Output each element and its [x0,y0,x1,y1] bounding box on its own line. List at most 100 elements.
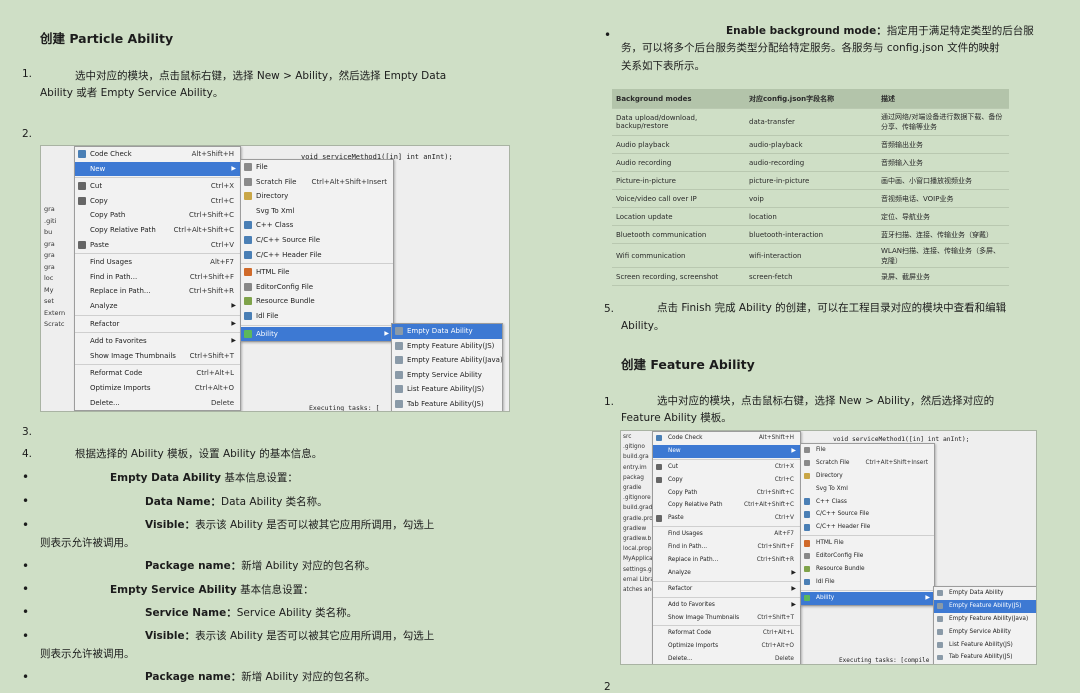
menu-item-tab-feature-ability-js[interactable]: Tab Feature Ability(JS) [934,651,1036,664]
menu-item-find-in-path[interactable]: Find in Path... Ctrl+Shift+F [653,541,800,554]
menu-item-resource-bundle[interactable]: Resource Bundle [801,563,934,576]
menu-item-c-class[interactable]: C++ Class [241,218,393,233]
menu-item-ability[interactable]: Ability ▶ [241,326,393,342]
menu-item-replace-in-path[interactable]: Replace in Path... Ctrl+Shift+R [653,554,800,567]
menu-item-paste[interactable]: Paste Ctrl+V [653,512,800,525]
menu-item-copy-relative-path[interactable]: Copy Relative Path Ctrl+Alt+Shift+C [653,499,800,512]
menu-item-reformat-code[interactable]: Reformat Code Ctrl+Alt+L [653,627,800,640]
menu-item-directory[interactable]: Directory [801,470,934,483]
menu-item-html-file[interactable]: HTML File [241,265,393,280]
menu-item-list-feature-ability-js[interactable]: List Feature Ability(JS) [934,639,1036,652]
tree-item[interactable]: gra [44,250,65,262]
menu-item-c-c-source-file[interactable]: C/C++ Source File [801,508,934,521]
menu-item-new[interactable]: New ▶ [653,444,800,458]
menu-item-optimize-imports[interactable]: Optimize Imports Ctrl+Alt+O [653,640,800,653]
tree-item[interactable]: set [44,296,65,308]
tree-item[interactable]: gra [44,239,65,251]
menu-item-svg-to-xml[interactable]: Svg To Xml [241,204,393,219]
menu-item-label: HTML File [816,540,844,547]
menu-item-code-check[interactable]: Code Check Alt+Shift+H [75,147,240,162]
menu-item-delete[interactable]: Delete... Delete [75,396,240,411]
menu-item-scratch-file[interactable]: Scratch File Ctrl+Alt+Shift+Insert [801,457,934,470]
menu-item-tab-feature-ability-js[interactable]: Tab Feature Ability(JS) [392,397,502,411]
menu-item-analyze[interactable]: Analyze ▶ [653,567,800,580]
table-cell: location [745,207,877,226]
menu-item-find-in-path[interactable]: Find in Path... Ctrl+Shift+F [75,270,240,285]
menu-item-c-c-source-file[interactable]: C/C++ Source File [241,233,393,248]
menu-item-add-to-favorites[interactable]: Add to Favorites ▶ [653,599,800,612]
menu-item-copy[interactable]: Copy Ctrl+C [653,474,800,487]
menu-item-cut[interactable]: Cut Ctrl+X [75,179,240,194]
tree-item[interactable]: gra [44,204,65,216]
tree-item[interactable]: My [44,285,65,297]
submenu-arrow-icon: ▶ [231,301,236,309]
menu-item-list-feature-ability-js[interactable]: List Feature Ability(JS) [392,382,502,397]
menu-item-delete[interactable]: Delete... Delete [653,653,800,664]
menu-item-empty-data-ability[interactable]: Empty Data Ability [392,324,502,339]
tree-item[interactable]: Extern [44,308,65,320]
menu-item-idl-file[interactable]: Idl File [801,576,934,589]
menu-item-copy-relative-path[interactable]: Copy Relative Path Ctrl+Alt+Shift+C [75,223,240,238]
tree-item[interactable]: loc [44,273,65,285]
menu-item-empty-feature-ability-js[interactable]: Empty Feature Ability(JS) [392,339,502,354]
bg-mode-line3: 关系如下表所示。 [621,60,705,72]
menu-item-file[interactable]: File [801,444,934,457]
code-check-icon [78,150,86,158]
menu-item-find-usages[interactable]: Find Usages Alt+F7 [653,528,800,541]
menu-item-empty-service-ability[interactable]: Empty Service Ability [934,626,1036,639]
tree-item[interactable]: Scratc [44,319,65,331]
menu-item-copy-path[interactable]: Copy Path Ctrl+Shift+C [75,208,240,223]
bullet-text: Data Name：Data Ability 类名称。 [145,496,328,508]
menu-item-empty-feature-ability-js[interactable]: Empty Feature Ability(JS) [934,599,1036,613]
menu-item-reformat-code[interactable]: Reformat Code Ctrl+Alt+L [75,366,240,381]
menu-item-editorconfig-file[interactable]: EditorConfig File [241,280,393,295]
menu-item-label: Ability [256,329,278,338]
menu-item-analyze[interactable]: Analyze ▶ [75,299,240,314]
menu-item-copy[interactable]: Copy Ctrl+C [75,194,240,209]
menu-item-empty-service-ability[interactable]: Empty Service Ability [392,368,502,383]
menu-item-idl-file[interactable]: Idl File [241,309,393,324]
menu-item-label: Tab Feature Ability(JS) [949,654,1013,661]
menu-item-cut[interactable]: Cut Ctrl+X [653,461,800,474]
menu-item-c-class[interactable]: C++ Class [801,496,934,509]
menu-item-resource-bundle[interactable]: Resource Bundle [241,294,393,309]
menu-item-c-c-header-file[interactable]: C/C++ Header File [801,521,934,534]
menu-item-directory[interactable]: Directory [241,189,393,204]
menu-item-replace-in-path[interactable]: Replace in Path... Ctrl+Shift+R [75,284,240,299]
tree-item[interactable]: gra [44,262,65,274]
menu-item-empty-data-ability[interactable]: Empty Data Ability [934,587,1036,600]
menu-item-file[interactable]: File [241,160,393,175]
menu-item-new[interactable]: New ▶ [75,161,240,177]
menu-item-code-check[interactable]: Code Check Alt+Shift+H [653,432,800,445]
menu-item-refactor[interactable]: Refactor ▶ [653,583,800,596]
menu-item-scratch-file[interactable]: Scratch File Ctrl+Alt+Shift+Insert [241,175,393,190]
menu-item-label: Directory [816,472,843,479]
menu-item-ability[interactable]: Ability ▶ [801,591,934,605]
table-cell: 蓝牙扫描、连接、传输业务（穿戴） [877,225,1009,244]
menu-item-html-file[interactable]: HTML File [801,537,934,550]
menu-item-find-usages[interactable]: Find Usages Alt+F7 [75,255,240,270]
menu-item-label: List Feature Ability(JS) [407,385,485,394]
menu-item-add-to-favorites[interactable]: Add to Favorites ▶ [75,334,240,349]
menu-item-refactor[interactable]: Refactor ▶ [75,317,240,332]
menu-item-optimize-imports[interactable]: Optimize Imports Ctrl+Alt+O [75,381,240,396]
menu-item-editorconfig-file[interactable]: EditorConfig File [801,550,934,563]
table-cell: audio-playback [745,135,877,154]
tree-item[interactable]: .giti [44,216,65,228]
menu-item-show-image-thumbnails[interactable]: Show Image Thumbnails Ctrl+Shift+T [75,349,240,364]
menu-item-paste[interactable]: Paste Ctrl+V [75,238,240,253]
menu-item-svg-to-xml[interactable]: Svg To Xml [801,483,934,496]
ability-icon [804,594,811,602]
bullet: • [22,629,30,643]
menu-item-empty-feature-ability-java[interactable]: Empty Feature Ability(Java) [934,613,1036,626]
table-cell: Wifi communication [612,243,745,268]
step-number: 1. [22,68,33,80]
ide-screenshot-feature-ability-menu: src .gitigno build.gra entry.im packag gradle… [620,430,1037,665]
menu-separator [801,589,934,591]
tree-item[interactable]: bu [44,227,65,239]
menu-item-c-c-header-file[interactable]: C/C++ Header File [241,248,393,263]
menu-item-copy-path[interactable]: Copy Path Ctrl+Shift+C [653,487,800,500]
menu-item-show-image-thumbnails[interactable]: Show Image Thumbnails Ctrl+Shift+T [653,612,800,625]
menu-item-empty-feature-ability-java[interactable]: Empty Feature Ability(Java) [392,353,503,368]
menu-item-label: Find Usages [668,531,703,538]
